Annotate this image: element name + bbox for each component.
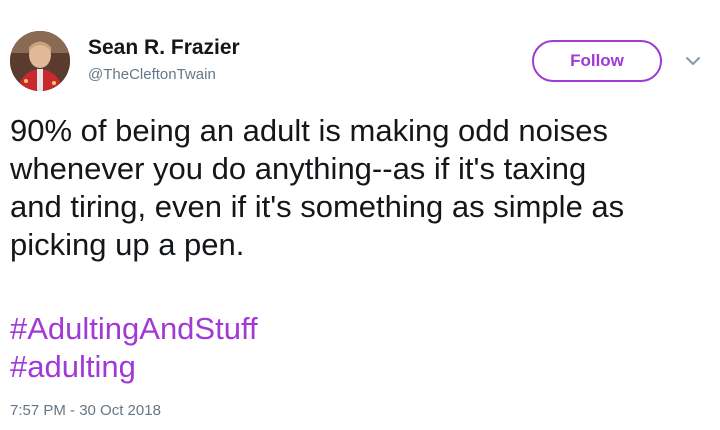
tweet-text-line: whenever you do anything--as if it's tax… <box>10 151 587 186</box>
avatar-image <box>10 31 70 91</box>
follow-button[interactable]: Follow <box>532 40 662 82</box>
avatar[interactable] <box>10 31 70 91</box>
tweet-timestamp[interactable]: 7:57 PM - 30 Oct 2018 <box>10 402 161 419</box>
tweet-text-line: and tiring, even if it's something as si… <box>10 189 625 224</box>
tweet-text: 90% of being an adult is making odd nois… <box>10 112 710 264</box>
hashtag-list: #AdultingAndStuff #adulting <box>10 310 258 386</box>
tweet-text-line: picking up a pen. <box>10 227 245 262</box>
author-name[interactable]: Sean R. Frazier <box>88 36 240 60</box>
tweet-card: Sean R. Frazier @TheCleftonTwain Follow … <box>0 0 720 430</box>
hashtag-link-adulting[interactable]: #adulting <box>10 348 258 386</box>
author-handle[interactable]: @TheCleftonTwain <box>88 66 216 83</box>
tweet-text-line: 90% of being an adult is making odd nois… <box>10 113 609 148</box>
chevron-down-icon[interactable] <box>684 54 702 68</box>
hashtag-link-adultingandstuff[interactable]: #AdultingAndStuff <box>10 310 258 348</box>
